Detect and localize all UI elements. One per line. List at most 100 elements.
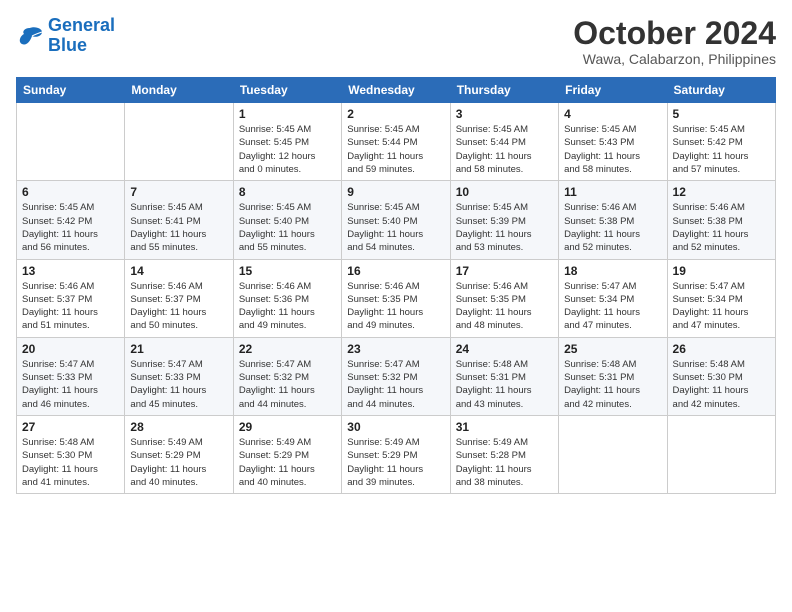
day-number: 3 (456, 107, 553, 121)
calendar-cell: 25 Sunrise: 5:48 AMSunset: 5:31 PMDayligh… (559, 337, 667, 415)
calendar-cell: 12 Sunrise: 5:46 AMSunset: 5:38 PMDayligh… (667, 181, 775, 259)
day-number: 18 (564, 264, 661, 278)
day-info: Sunrise: 5:47 AMSunset: 5:34 PMDaylight:… (673, 280, 770, 333)
day-number: 21 (130, 342, 227, 356)
day-info: Sunrise: 5:46 AMSunset: 5:37 PMDaylight:… (22, 280, 119, 333)
day-header-friday: Friday (559, 78, 667, 103)
day-info: Sunrise: 5:45 AMSunset: 5:44 PMDaylight:… (456, 123, 553, 176)
day-info: Sunrise: 5:48 AMSunset: 5:31 PMDaylight:… (564, 358, 661, 411)
day-info: Sunrise: 5:45 AMSunset: 5:45 PMDaylight:… (239, 123, 336, 176)
calendar-week-row: 13 Sunrise: 5:46 AMSunset: 5:37 PMDayligh… (17, 259, 776, 337)
calendar-cell: 7 Sunrise: 5:45 AMSunset: 5:41 PMDaylight… (125, 181, 233, 259)
calendar-cell: 13 Sunrise: 5:46 AMSunset: 5:37 PMDayligh… (17, 259, 125, 337)
day-info: Sunrise: 5:46 AMSunset: 5:35 PMDaylight:… (347, 280, 444, 333)
day-number: 13 (22, 264, 119, 278)
day-info: Sunrise: 5:45 AMSunset: 5:41 PMDaylight:… (130, 201, 227, 254)
calendar-cell: 26 Sunrise: 5:48 AMSunset: 5:30 PMDayligh… (667, 337, 775, 415)
calendar-cell: 4Sunrise: 5:45 AMSunset: 5:43 PMDaylight… (559, 103, 667, 181)
calendar-cell: 20 Sunrise: 5:47 AMSunset: 5:33 PMDayligh… (17, 337, 125, 415)
day-number: 27 (22, 420, 119, 434)
logo: General Blue (16, 16, 115, 56)
calendar-cell: 6 Sunrise: 5:45 AMSunset: 5:42 PMDaylight… (17, 181, 125, 259)
day-info: Sunrise: 5:45 AMSunset: 5:40 PMDaylight:… (239, 201, 336, 254)
day-info: Sunrise: 5:46 AMSunset: 5:35 PMDaylight:… (456, 280, 553, 333)
day-header-sunday: Sunday (17, 78, 125, 103)
day-number: 6 (22, 185, 119, 199)
day-number: 8 (239, 185, 336, 199)
calendar-table: SundayMondayTuesdayWednesdayThursdayFrid… (16, 77, 776, 494)
calendar-cell: 18Sunrise: 5:47 AMSunset: 5:34 PMDayligh… (559, 259, 667, 337)
calendar-cell: 22Sunrise: 5:47 AMSunset: 5:32 PMDayligh… (233, 337, 341, 415)
day-number: 1 (239, 107, 336, 121)
calendar-cell: 24 Sunrise: 5:48 AMSunset: 5:31 PMDayligh… (450, 337, 558, 415)
calendar-cell: 31Sunrise: 5:49 AMSunset: 5:28 PMDayligh… (450, 415, 558, 493)
day-info: Sunrise: 5:45 AMSunset: 5:43 PMDaylight:… (564, 123, 661, 176)
calendar-cell (559, 415, 667, 493)
day-number: 30 (347, 420, 444, 434)
calendar-week-row: 27 Sunrise: 5:48 AMSunset: 5:30 PMDayligh… (17, 415, 776, 493)
calendar-cell: 21 Sunrise: 5:47 AMSunset: 5:33 PMDayligh… (125, 337, 233, 415)
calendar-cell: 14 Sunrise: 5:46 AMSunset: 5:37 PMDayligh… (125, 259, 233, 337)
day-info: Sunrise: 5:47 AMSunset: 5:33 PMDaylight:… (130, 358, 227, 411)
day-header-monday: Monday (125, 78, 233, 103)
logo-bird-icon (16, 24, 44, 48)
day-info: Sunrise: 5:46 AMSunset: 5:38 PMDaylight:… (673, 201, 770, 254)
day-number: 5 (673, 107, 770, 121)
day-number: 14 (130, 264, 227, 278)
day-number: 23 (347, 342, 444, 356)
calendar-cell: 10Sunrise: 5:45 AMSunset: 5:39 PMDayligh… (450, 181, 558, 259)
day-header-thursday: Thursday (450, 78, 558, 103)
calendar-cell: 15Sunrise: 5:46 AMSunset: 5:36 PMDayligh… (233, 259, 341, 337)
title-block: October 2024 Wawa, Calabarzon, Philippin… (573, 16, 776, 67)
day-number: 26 (673, 342, 770, 356)
calendar-cell: 28 Sunrise: 5:49 AMSunset: 5:29 PMDayligh… (125, 415, 233, 493)
day-info: Sunrise: 5:45 AMSunset: 5:42 PMDaylight:… (673, 123, 770, 176)
day-number: 28 (130, 420, 227, 434)
day-info: Sunrise: 5:46 AMSunset: 5:36 PMDaylight:… (239, 280, 336, 333)
day-info: Sunrise: 5:48 AMSunset: 5:30 PMDaylight:… (22, 436, 119, 489)
day-info: Sunrise: 5:46 AMSunset: 5:37 PMDaylight:… (130, 280, 227, 333)
calendar-cell: 17Sunrise: 5:46 AMSunset: 5:35 PMDayligh… (450, 259, 558, 337)
location: Wawa, Calabarzon, Philippines (573, 51, 776, 67)
day-number: 22 (239, 342, 336, 356)
calendar-cell: 16 Sunrise: 5:46 AMSunset: 5:35 PMDayligh… (342, 259, 450, 337)
day-info: Sunrise: 5:49 AMSunset: 5:29 PMDaylight:… (130, 436, 227, 489)
day-number: 7 (130, 185, 227, 199)
calendar-cell: 5 Sunrise: 5:45 AMSunset: 5:42 PMDaylight… (667, 103, 775, 181)
day-number: 9 (347, 185, 444, 199)
calendar-cell: 8 Sunrise: 5:45 AMSunset: 5:40 PMDaylight… (233, 181, 341, 259)
calendar-week-row: 1 Sunrise: 5:45 AMSunset: 5:45 PMDaylight… (17, 103, 776, 181)
calendar-week-row: 20 Sunrise: 5:47 AMSunset: 5:33 PMDayligh… (17, 337, 776, 415)
calendar-cell: 27 Sunrise: 5:48 AMSunset: 5:30 PMDayligh… (17, 415, 125, 493)
day-info: Sunrise: 5:47 AMSunset: 5:33 PMDaylight:… (22, 358, 119, 411)
calendar-cell: 9 Sunrise: 5:45 AMSunset: 5:40 PMDaylight… (342, 181, 450, 259)
calendar-cell (125, 103, 233, 181)
day-number: 25 (564, 342, 661, 356)
day-number: 24 (456, 342, 553, 356)
day-info: Sunrise: 5:45 AMSunset: 5:40 PMDaylight:… (347, 201, 444, 254)
calendar-header-row: SundayMondayTuesdayWednesdayThursdayFrid… (17, 78, 776, 103)
logo-line1: General (48, 15, 115, 35)
day-info: Sunrise: 5:45 AMSunset: 5:44 PMDaylight:… (347, 123, 444, 176)
day-number: 19 (673, 264, 770, 278)
day-number: 12 (673, 185, 770, 199)
day-info: Sunrise: 5:45 AMSunset: 5:42 PMDaylight:… (22, 201, 119, 254)
month-title: October 2024 (573, 16, 776, 51)
day-number: 29 (239, 420, 336, 434)
day-header-tuesday: Tuesday (233, 78, 341, 103)
day-info: Sunrise: 5:48 AMSunset: 5:30 PMDaylight:… (673, 358, 770, 411)
day-info: Sunrise: 5:48 AMSunset: 5:31 PMDaylight:… (456, 358, 553, 411)
day-number: 2 (347, 107, 444, 121)
calendar-cell: 19 Sunrise: 5:47 AMSunset: 5:34 PMDayligh… (667, 259, 775, 337)
calendar-week-row: 6 Sunrise: 5:45 AMSunset: 5:42 PMDaylight… (17, 181, 776, 259)
day-number: 16 (347, 264, 444, 278)
page-header: General Blue October 2024 Wawa, Calabarz… (16, 16, 776, 67)
calendar-cell: 30 Sunrise: 5:49 AMSunset: 5:29 PMDayligh… (342, 415, 450, 493)
day-info: Sunrise: 5:49 AMSunset: 5:29 PMDaylight:… (239, 436, 336, 489)
day-header-saturday: Saturday (667, 78, 775, 103)
day-header-wednesday: Wednesday (342, 78, 450, 103)
calendar-cell: 23Sunrise: 5:47 AMSunset: 5:32 PMDayligh… (342, 337, 450, 415)
day-info: Sunrise: 5:49 AMSunset: 5:29 PMDaylight:… (347, 436, 444, 489)
day-info: Sunrise: 5:46 AMSunset: 5:38 PMDaylight:… (564, 201, 661, 254)
day-number: 20 (22, 342, 119, 356)
